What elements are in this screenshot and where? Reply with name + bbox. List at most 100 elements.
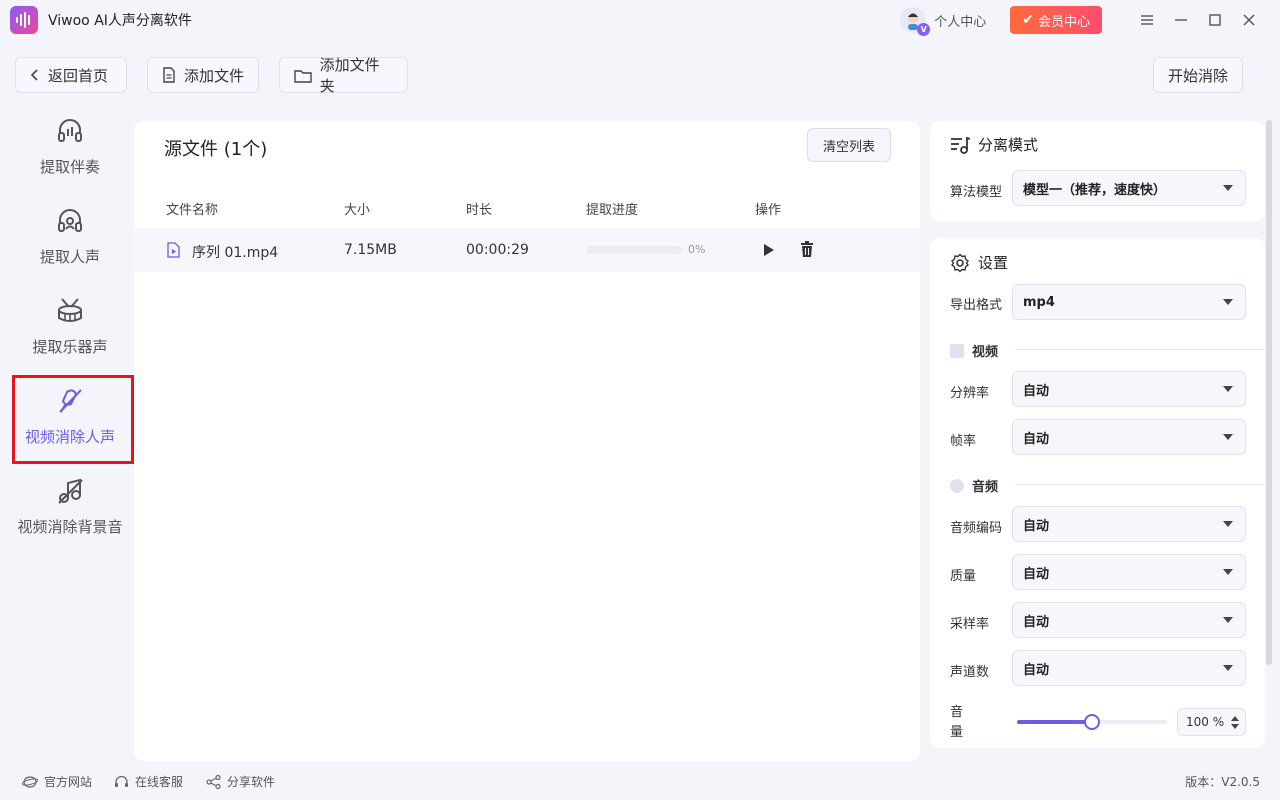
framerate-value: 自动 [1023,431,1050,447]
chevron-left-icon [30,69,38,81]
quality-value: 自动 [1023,566,1050,582]
sidebar-item-label: 视频消除背景音 [17,518,123,536]
vip-center-button[interactable]: ✔ 会员中心 [1010,6,1102,34]
vocal-headphones-icon [53,204,87,238]
framerate-select[interactable]: 自动 [1012,419,1246,455]
add-folder-button[interactable]: 添加文件夹 [279,56,408,95]
model-label: 算法模型 [950,185,1003,200]
samplerate-label: 采样率 [950,617,990,632]
settings-label: 设置 [978,254,1009,272]
sidebar-item-extract-accompaniment[interactable]: 提取伴奏 [0,114,140,177]
file-size: 7.15MB [344,242,397,258]
model-select[interactable]: 模型一（推荐，速度快） [1012,170,1246,206]
volume-input[interactable]: 100 % [1177,708,1246,736]
progress-percent: 0% [688,243,706,256]
volume-slider-fill [1017,720,1092,724]
quality-label: 质量 [950,569,977,584]
chevron-down-icon [1223,299,1233,305]
column-header-name: 文件名称 [166,203,219,218]
gear-icon [951,253,969,272]
menu-icon[interactable] [1130,0,1164,40]
maximize-icon[interactable] [1198,0,1232,40]
add-file-button[interactable]: 添加文件 [147,57,259,93]
close-icon[interactable] [1232,0,1266,40]
codec-label: 音频编码 [950,521,1003,536]
vip-badge-icon: V [917,23,931,36]
sidebar-item-extract-instruments[interactable]: 提取乐器声 [0,294,140,357]
quality-select[interactable]: 自动 [1012,554,1246,590]
column-header-size: 大小 [344,203,371,218]
audio-section-label: 音频 [972,480,999,495]
video-checkbox[interactable] [950,343,964,358]
format-select[interactable]: mp4 [1012,284,1246,320]
chevron-down-icon [1223,434,1233,440]
share-software-label: 分享软件 [227,775,276,789]
vip-v-icon: ✔ [1022,12,1034,28]
settings-card: 设置 导出格式 mp4 视频 分辨率 自动 帧率 自动 音频 音频编码 自动 质… [930,238,1265,748]
sidebar-item-label: 提取人声 [39,248,100,266]
file-list-panel: 源文件 (1个) 清空列表 文件名称 大小 时长 提取进度 操作 序列 01.m… [134,121,920,761]
chevron-down-icon [1223,185,1233,191]
volume-label: 音量 [950,705,964,740]
back-home-button[interactable]: 返回首页 [15,57,127,93]
app-logo-icon [10,6,38,34]
delete-icon[interactable] [800,241,814,258]
chevron-down-icon [1223,521,1233,527]
avatar[interactable]: V [900,7,931,36]
chevron-down-icon [1223,386,1233,392]
audio-radio[interactable] [950,478,964,493]
channels-label: 声道数 [950,665,990,680]
chevron-down-icon [1223,569,1233,575]
personal-center-link[interactable]: 个人中心 [934,11,986,30]
version-label: 版本：V2.0.5 [1185,775,1260,789]
app-title: Viwoo AI人声分离软件 [48,13,192,29]
channels-value: 自动 [1023,662,1050,678]
file-panel-title: 源文件 (1个) [164,139,268,160]
model-value: 模型一（推荐，速度快） [1023,182,1167,198]
sidebar-item-video-remove-background[interactable]: 视频消除背景音 [0,474,140,537]
separation-mode-title: 分离模式 [950,134,1038,155]
start-label: 开始消除 [1167,66,1228,85]
music-list-icon [951,136,970,154]
share-software-link[interactable]: 分享软件 [206,773,275,790]
audio-section: 音频 [950,476,998,495]
settings-scrollbar[interactable] [1266,120,1272,665]
stepper-arrows-icon[interactable] [1231,716,1239,729]
volume-slider[interactable] [1017,714,1167,730]
column-header-duration: 时长 [466,203,493,218]
minimize-icon[interactable] [1164,0,1198,40]
channels-select[interactable]: 自动 [1012,650,1246,686]
divider [1015,349,1265,350]
online-service-link[interactable]: 在线客服 [114,773,183,790]
column-header-progress: 提取进度 [586,203,639,218]
table-row[interactable]: 序列 01.mp4 7.15MB 00:00:29 0% [134,228,920,272]
online-service-label: 在线客服 [135,775,184,789]
globe-icon [22,775,38,788]
codec-select[interactable]: 自动 [1012,506,1246,542]
settings-title: 设置 [950,252,1008,273]
start-button[interactable]: 开始消除 [1153,57,1243,93]
samplerate-select[interactable]: 自动 [1012,602,1246,638]
play-icon[interactable] [763,243,775,257]
video-section-label: 视频 [972,345,999,360]
sidebar-item-label: 提取伴奏 [39,158,100,176]
resolution-select[interactable]: 自动 [1012,371,1246,407]
official-website-link[interactable]: 官方网站 [22,773,92,790]
progress-bar [586,246,682,254]
vip-center-label: 会员中心 [1037,14,1090,30]
sidebar-item-label: 提取乐器声 [32,338,108,356]
separation-mode-label: 分离模式 [978,136,1039,154]
volume-slider-handle[interactable] [1084,714,1100,730]
back-home-label: 返回首页 [48,66,109,85]
divider [1015,484,1265,485]
add-file-label: 添加文件 [184,66,245,85]
clear-list-button[interactable]: 清空列表 [807,128,891,162]
format-value: mp4 [1023,294,1055,310]
official-website-label: 官方网站 [44,775,93,789]
resolution-value: 自动 [1023,383,1050,399]
sidebar-item-extract-vocals[interactable]: 提取人声 [0,204,140,267]
volume-value: 100 % [1186,715,1225,729]
codec-value: 自动 [1023,518,1050,534]
file-icon [163,67,175,83]
folder-icon [294,69,312,83]
